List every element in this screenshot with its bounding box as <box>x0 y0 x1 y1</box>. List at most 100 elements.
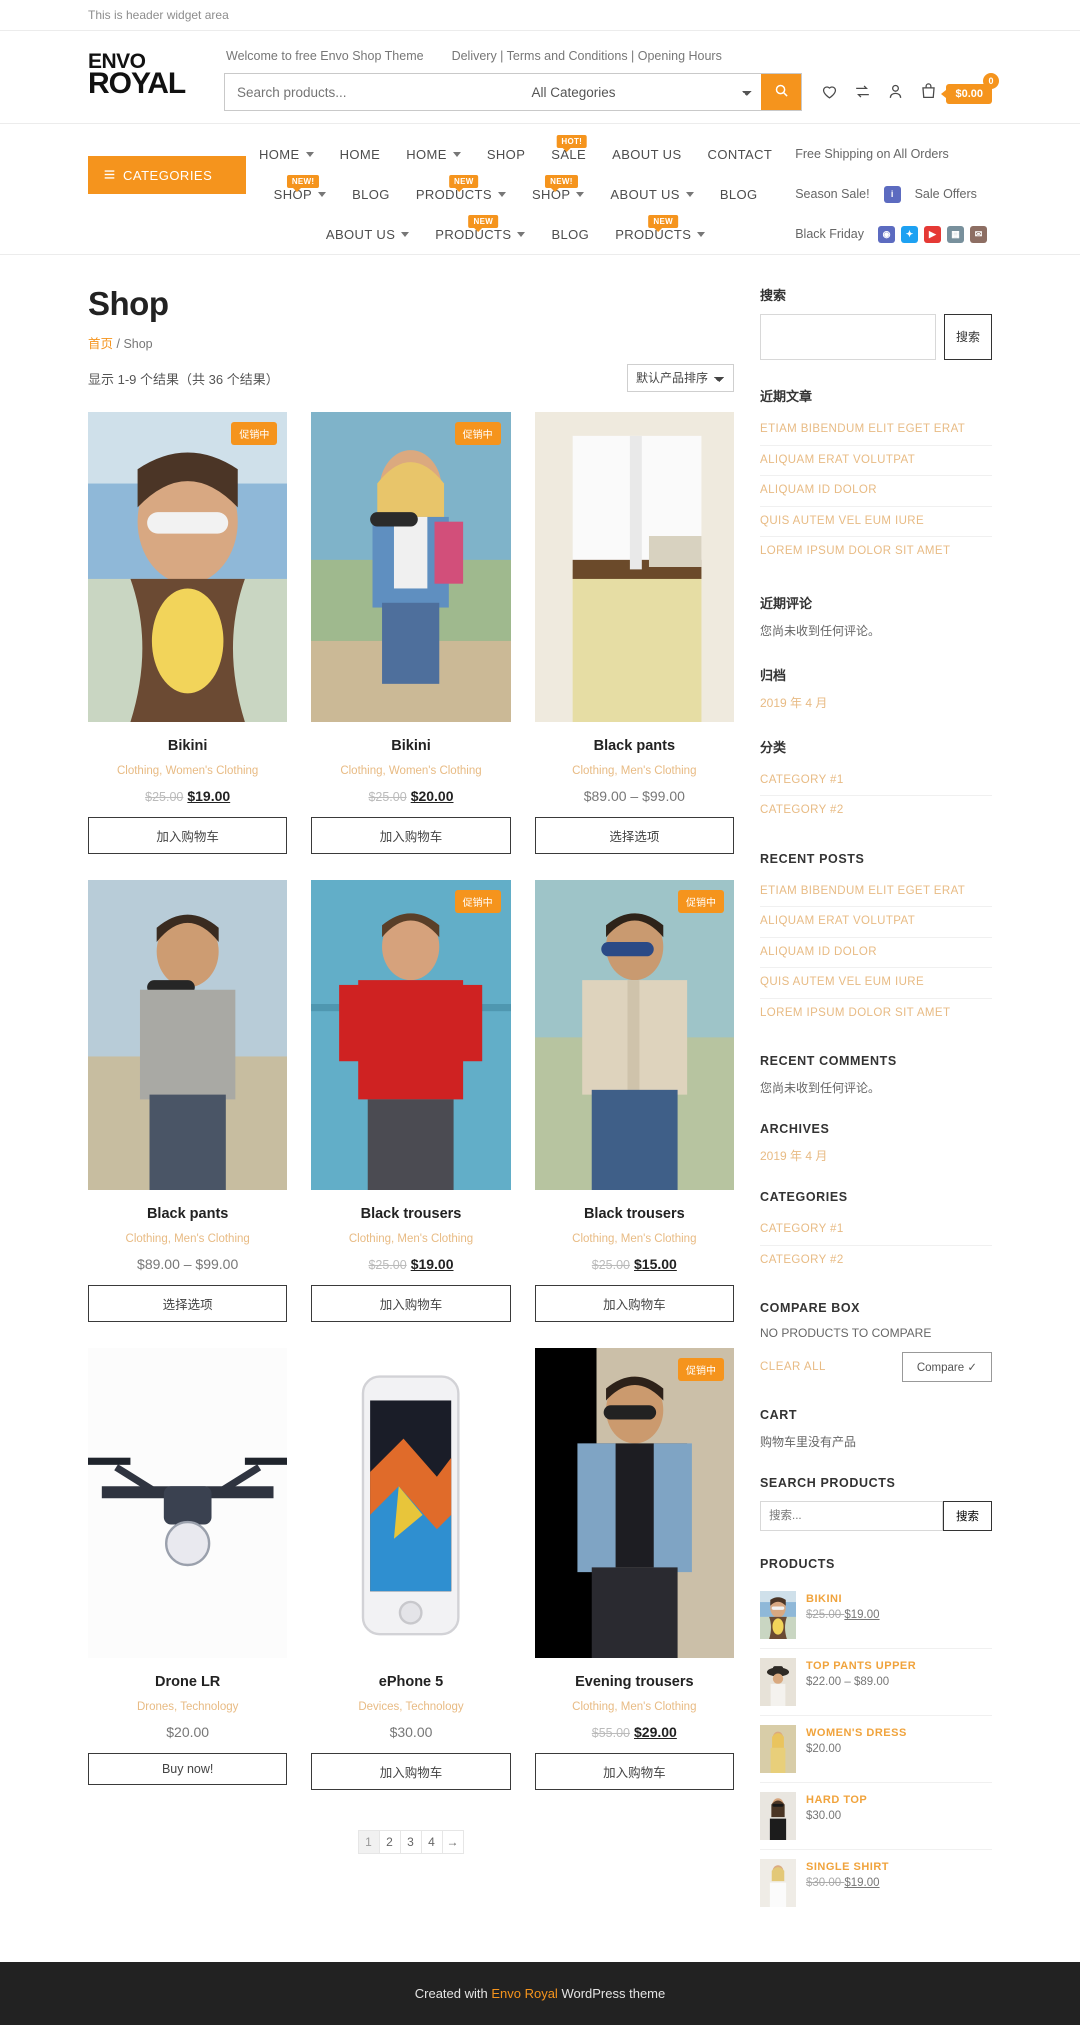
recent-post-link[interactable]: LOREM IPSUM DOLOR SIT AMET <box>760 999 992 1029</box>
sidebar-product-name[interactable]: BIKINI <box>806 1593 880 1605</box>
category-link[interactable]: CATEGORY #2 <box>760 796 992 826</box>
product-image[interactable] <box>311 1348 511 1658</box>
product-categories[interactable]: Clothing, Men's Clothing <box>535 1701 734 1713</box>
categories-menu-button[interactable]: CATEGORIES <box>88 156 246 194</box>
product-image[interactable]: 促销中 <box>311 412 511 722</box>
black-friday-label[interactable]: Black Friday <box>795 227 864 241</box>
recent-post-link[interactable]: QUIS AUTEM VEL EUM IURE <box>760 507 992 538</box>
category-link[interactable]: CATEGORY #1 <box>760 766 992 797</box>
product-title[interactable]: Evening trousers <box>535 1674 734 1690</box>
product-image[interactable]: 促销中 <box>88 412 288 722</box>
product-title[interactable]: Drone LR <box>88 1674 287 1690</box>
sidebar-product-name[interactable]: HARD TOP <box>806 1794 867 1806</box>
add-to-cart-button[interactable]: 加入购物车 <box>311 1753 511 1790</box>
product-categories[interactable]: Clothing, Women's Clothing <box>311 765 510 777</box>
pagination-next-arrow-icon[interactable]: → <box>441 1830 464 1854</box>
sidebar-product-item[interactable]: BIKINI $25.00 $19.00 <box>760 1582 992 1650</box>
add-to-cart-button[interactable]: 选择选项 <box>534 817 734 854</box>
product-image[interactable] <box>534 412 734 722</box>
add-to-cart-button[interactable]: 加入购物车 <box>88 817 288 854</box>
product-title[interactable]: Black trousers <box>311 1206 510 1222</box>
nav-item-shop[interactable]: NEW! SHOP <box>519 174 597 202</box>
product-image[interactable] <box>88 880 288 1190</box>
search-products-button[interactable]: 搜索 <box>943 1501 992 1532</box>
recent-post-link[interactable]: ALIQUAM ID DOLOR <box>760 476 992 507</box>
mail-icon[interactable]: ✉ <box>970 225 987 243</box>
breadcrumb-home-link[interactable]: 首页 <box>88 337 113 351</box>
product-categories[interactable]: Drones, Technology <box>88 1701 287 1713</box>
product-card[interactable]: Black pants Clothing, Men's Clothing $89.0… <box>88 880 288 1322</box>
nav-item-about-us[interactable]: ABOUT US <box>599 147 694 162</box>
nav-item-shop[interactable]: NEW! SHOP <box>261 174 339 202</box>
archive-item-cn[interactable]: 2019 年 4 月 <box>760 694 992 711</box>
product-title[interactable]: Black trousers <box>535 1206 734 1222</box>
sidebar-product-name[interactable]: WOMEN'S DRESS <box>806 1727 907 1739</box>
recent-post-link[interactable]: ALIQUAM ERAT VOLUTPAT <box>760 907 992 938</box>
product-card[interactable]: 促销中 Evening trousers Clothing, Men's Cloth… <box>534 1348 734 1790</box>
product-image[interactable]: 促销中 <box>534 880 734 1190</box>
product-card[interactable]: 促销中 Black trousers Clothing, Men's Clothin… <box>534 880 734 1322</box>
product-categories[interactable]: Clothing, Men's Clothing <box>88 1233 287 1245</box>
sidebar-product-name[interactable]: SINGLE SHIRT <box>806 1861 889 1873</box>
product-image[interactable]: 促销中 <box>534 1348 734 1658</box>
cart-widget[interactable]: 0 $0.00 <box>919 73 999 106</box>
add-to-cart-button[interactable]: 加入购物车 <box>534 1285 734 1322</box>
nav-item-home[interactable]: HOME <box>393 147 474 162</box>
sale-offers-label[interactable]: Sale Offers <box>915 187 977 201</box>
product-card[interactable]: Black pants Clothing, Men's Clothing $89.0… <box>534 412 734 854</box>
recent-post-link[interactable]: ALIQUAM ERAT VOLUTPAT <box>760 446 992 477</box>
user-account-icon[interactable] <box>886 82 905 106</box>
product-categories[interactable]: Clothing, Men's Clothing <box>535 765 734 777</box>
site-logo[interactable]: ENVO ROYAL <box>88 45 206 98</box>
product-categories[interactable]: Clothing, Men's Clothing <box>311 1233 510 1245</box>
search-input[interactable] <box>225 74 524 110</box>
product-categories[interactable]: Clothing, Men's Clothing <box>535 1233 734 1245</box>
info-icon[interactable]: i <box>883 185 901 203</box>
search-products-input[interactable] <box>760 1501 943 1532</box>
sidebar-search-button[interactable]: 搜索 <box>944 314 992 360</box>
compare-button[interactable]: Compare ✓ <box>901 1352 992 1383</box>
recent-post-link[interactable]: ALIQUAM ID DOLOR <box>760 938 992 969</box>
youtube-icon[interactable]: ▶ <box>924 225 941 243</box>
pagination-page-3[interactable]: 3 <box>399 1830 422 1854</box>
product-categories[interactable]: Devices, Technology <box>311 1701 510 1713</box>
delivery-terms-links[interactable]: Delivery | Terms and Conditions | Openin… <box>452 49 722 63</box>
search-category-select[interactable]: All Categories <box>523 74 762 110</box>
product-title[interactable]: Bikini <box>88 738 287 754</box>
product-image[interactable] <box>88 1348 288 1658</box>
twitter-icon[interactable]: ✦ <box>901 225 918 243</box>
nav-item-sale[interactable]: HOT! SALE <box>538 134 599 162</box>
nav-item-blog[interactable]: BLOG <box>707 187 771 202</box>
product-image[interactable]: 促销中 <box>311 880 511 1190</box>
wishlist-heart-icon[interactable] <box>820 82 839 106</box>
product-title[interactable]: Black pants <box>88 1206 287 1222</box>
add-to-cart-button[interactable]: 加入购物车 <box>311 817 511 854</box>
add-to-cart-button[interactable]: 选择选项 <box>88 1285 288 1322</box>
product-card[interactable]: 促销中 Bikini Clothing, Women's Clothing $25.0… <box>311 412 511 854</box>
nav-item-blog[interactable]: BLOG <box>339 187 403 202</box>
compare-icon[interactable] <box>853 82 872 106</box>
sidebar-product-name[interactable]: TOP PANTS UPPER <box>806 1660 916 1672</box>
recent-post-link[interactable]: ETIAM BIBENDUM ELIT EGET ERAT <box>760 415 992 446</box>
pagination-page-1[interactable]: 1 <box>357 1830 380 1854</box>
nav-item-shop[interactable]: SHOP <box>474 147 538 162</box>
nav-item-products[interactable]: NEW PRODUCTS <box>422 214 538 242</box>
pagination-page-4[interactable]: 4 <box>420 1830 443 1854</box>
nav-item-home[interactable]: HOME <box>327 147 394 162</box>
sidebar-product-item[interactable]: WOMEN'S DRESS $20.00 <box>760 1716 992 1784</box>
product-sort-select[interactable]: 默认产品排序 <box>627 364 734 392</box>
product-card[interactable]: ePhone 5 Devices, Technology $30.00 加入购物车 <box>311 1348 511 1790</box>
sidebar-product-item[interactable]: TOP PANTS UPPER $22.00 – $89.00 <box>760 1649 992 1717</box>
product-card[interactable]: 促销中 Black trousers Clothing, Men's Clothin… <box>311 880 511 1322</box>
nav-item-about-us[interactable]: ABOUT US <box>313 227 422 242</box>
sidebar-product-item[interactable]: SINGLE SHIRT $30.00 $19.00 <box>760 1850 992 1916</box>
category-link[interactable]: CATEGORY #1 <box>760 1215 992 1246</box>
nav-item-about-us[interactable]: ABOUT US <box>597 187 706 202</box>
recent-post-link[interactable]: ETIAM BIBENDUM ELIT EGET ERAT <box>760 877 992 908</box>
add-to-cart-button[interactable]: 加入购物车 <box>534 1753 734 1790</box>
nav-item-home[interactable]: HOME <box>246 147 327 162</box>
product-card[interactable]: Drone LR Drones, Technology $20.00 Buy now! <box>88 1348 288 1790</box>
product-card[interactable]: 促销中 Bikini Clothing, Women's Clothing $25.0… <box>88 412 288 854</box>
footer-brand-link[interactable]: Envo Royal <box>491 1986 557 2001</box>
recent-post-link[interactable]: QUIS AUTEM VEL EUM IURE <box>760 968 992 999</box>
